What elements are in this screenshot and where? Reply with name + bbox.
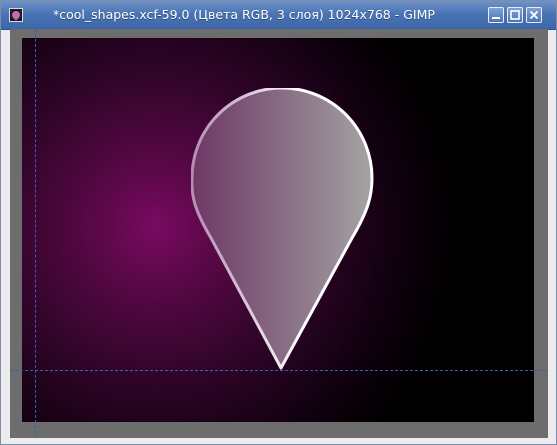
horizontal-guide[interactable]: [10, 370, 548, 371]
close-button[interactable]: [526, 7, 542, 23]
close-icon: [529, 10, 539, 20]
gimp-icon[interactable]: [9, 8, 23, 22]
teardrop-shape[interactable]: [191, 88, 377, 372]
minimize-icon: [492, 17, 500, 19]
title-bar[interactable]: *cool_shapes.xcf-59.0 (Цвета RGB, 3 слоя…: [1, 1, 556, 30]
maximize-button[interactable]: [507, 7, 523, 23]
minimize-button[interactable]: [488, 7, 504, 23]
gimp-image-window: *cool_shapes.xcf-59.0 (Цвета RGB, 3 слоя…: [0, 0, 557, 445]
maximize-icon: [510, 10, 520, 20]
vertical-guide[interactable]: [35, 29, 36, 438]
window-title: *cool_shapes.xcf-59.0 (Цвета RGB, 3 слоя…: [53, 7, 435, 22]
